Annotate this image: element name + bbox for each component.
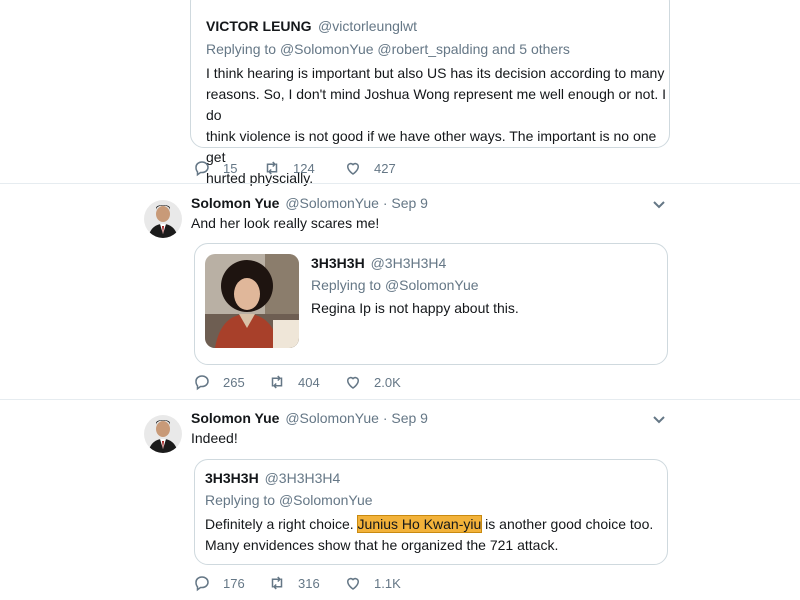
person-avatar-icon [144,200,182,238]
reply-user-link[interactable]: @SolomonYue [279,492,373,508]
retweet-count: 404 [298,374,320,390]
reply-count: 176 [223,575,245,591]
quoted-header: 3H3H3H @3H3H3H4 [311,255,446,271]
reply-count: 265 [223,374,245,390]
text-line: I think hearing is important but also US… [206,65,665,81]
quoted-photo[interactable] [205,254,299,348]
solomon-handle[interactable]: @SolomonYue · Sep 9 [285,195,428,211]
reply-button[interactable]: 265 [193,373,245,391]
retweet-count: 316 [298,575,320,591]
quoted-handle[interactable]: @3H3H3H4 [371,255,447,271]
solomon-tweet-text: Indeed! [191,430,238,446]
quoted-text: Definitely a right choice. Junius Ho Kwa… [205,514,655,556]
quoted-reply-line: Replying to @SolomonYue [205,492,373,508]
heart-icon [346,162,360,175]
reply-prefix: Replying to [205,492,279,508]
quoted-name[interactable]: 3H3H3H [205,470,259,486]
chevron-down-icon[interactable] [651,197,667,213]
reply-icon [195,576,209,592]
retweet-button[interactable]: 404 [268,373,320,391]
divider [0,399,800,400]
text-segment: is another good choice too. [481,516,654,532]
heart-icon [346,376,360,389]
text-segment: Definitely a right choice. [205,516,358,532]
text-line: Definitely a right choice. Junius Ho Kwa… [205,514,655,535]
retweet-button[interactable]: 316 [268,574,320,592]
like-count: 2.0K [374,374,401,390]
retweet-icon [266,161,278,175]
reply-button[interactable]: 15 [193,159,237,177]
victor-handle[interactable]: @victorleunglwt [318,18,417,34]
heart-icon [346,577,360,590]
solomon-avatar[interactable] [144,415,182,453]
like-count: 1.1K [374,575,401,591]
chevron-down-icon[interactable] [651,412,667,428]
solomon-name[interactable]: Solomon Yue [191,195,279,211]
like-button[interactable]: 1.1K [344,574,401,592]
retweet-icon [271,375,283,389]
text-line: Many envidences show that he organized t… [205,537,559,553]
retweet-button[interactable]: 124 [263,159,315,177]
highlighted-name: Junius Ho Kwan-yiu [356,515,483,533]
reply-user-link[interactable]: @SolomonYue [385,277,479,293]
solomon-avatar[interactable] [144,200,182,238]
person-avatar-icon [144,415,182,453]
reply-prefix: Replying to [311,277,385,293]
reply-count: 15 [223,160,238,176]
reply-icon [195,375,209,391]
retweet-icon [271,576,283,590]
tweet-header: Solomon Yue @SolomonYue · Sep 9 [191,195,428,211]
divider [0,183,800,184]
like-count: 427 [374,160,396,176]
reply-prefix: Replying to [206,41,280,57]
quoted-text: Regina Ip is not happy about this. [311,300,519,316]
like-button[interactable]: 2.0K [344,373,401,391]
like-button[interactable]: 427 [344,159,396,177]
quoted-reply-line: Replying to @SolomonYue [311,277,479,293]
victor-name[interactable]: VICTOR LEUNG [206,18,312,34]
photo-image-icon [205,254,299,348]
quoted-name[interactable]: 3H3H3H [311,255,365,271]
solomon-handle[interactable]: @SolomonYue · Sep 9 [285,410,428,426]
tweet-header: Solomon Yue @SolomonYue · Sep 9 [191,410,428,426]
reply-users-link[interactable]: @SolomonYue @robert_spalding [280,41,488,57]
text-line: reasons. So, I don't mind Joshua Wong re… [206,86,667,123]
quoted-header: 3H3H3H @3H3H3H4 [205,470,340,486]
victor-reply-line: Replying to @SolomonYue @robert_spalding… [206,41,570,57]
solomon-name[interactable]: Solomon Yue [191,410,279,426]
solomon-tweet-text: And her look really scares me! [191,215,380,231]
quoted-handle[interactable]: @3H3H3H4 [265,470,341,486]
reply-icon [195,161,209,177]
reply-others-link[interactable]: and 5 others [488,41,570,57]
reply-button[interactable]: 176 [193,574,245,592]
retweet-count: 124 [293,160,315,176]
